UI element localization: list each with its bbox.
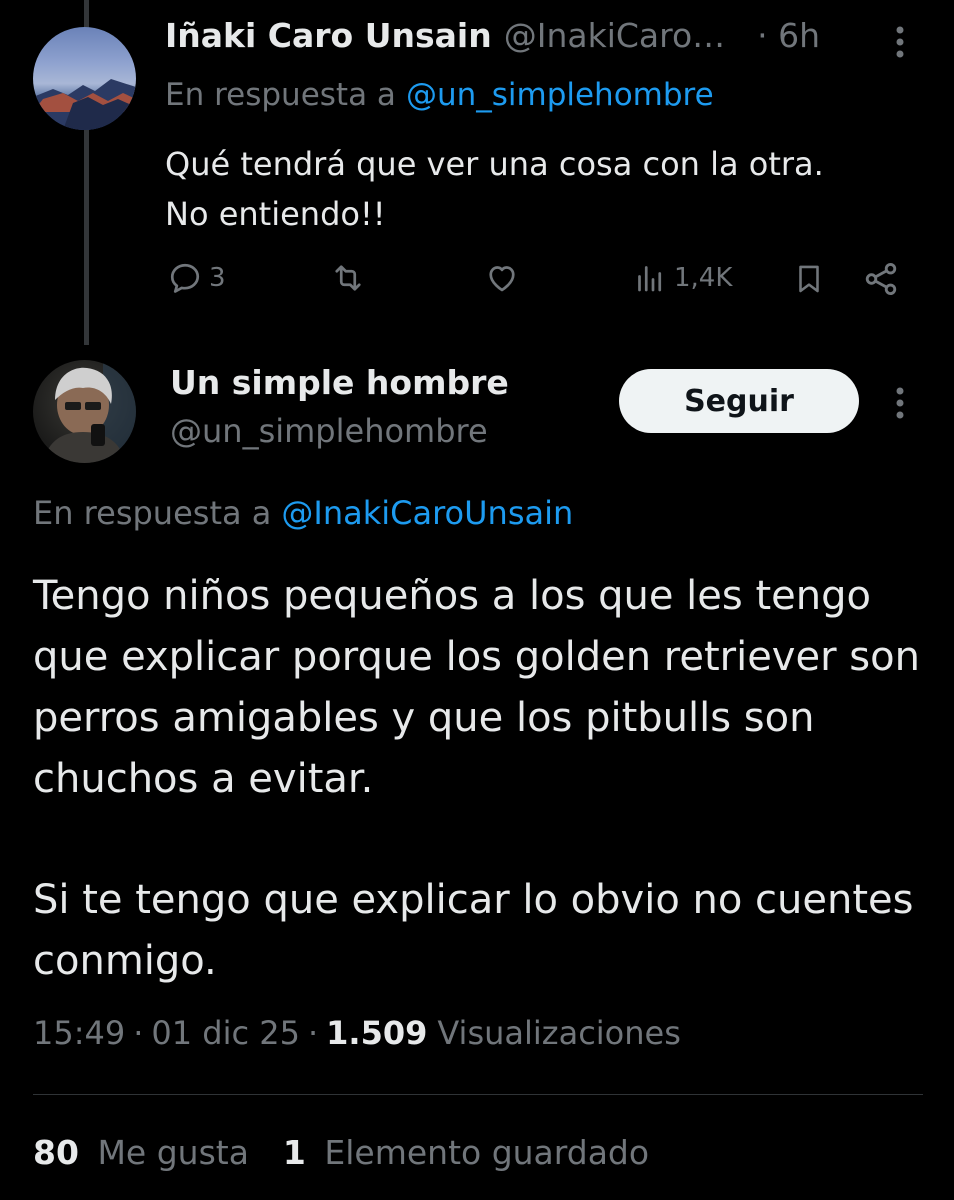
tweet1-author-handle[interactable]: @InakiCaro… — [504, 16, 725, 55]
retweet-icon — [335, 265, 361, 291]
tweet2-reply-context: En respuesta a @InakiCaroUnsain — [33, 494, 573, 532]
reply-icon — [170, 263, 200, 293]
share-button[interactable] — [862, 260, 900, 298]
avatar-image — [43, 360, 136, 463]
tweet1-header: Iñaki Caro Unsain @InakiCaro… · 6h — [165, 16, 820, 55]
tweet2-paragraph: Si te tengo que explicar lo obvio no cue… — [33, 877, 914, 984]
tweet2-views-count: 1.509 — [326, 1014, 428, 1052]
tweet2-more-button[interactable] — [893, 383, 907, 427]
like-button[interactable] — [483, 260, 521, 296]
tweet2-metadata: 15:49 · 01 dic 25 · 1.509 Visualizacione… — [33, 1014, 681, 1052]
divider — [33, 1094, 923, 1095]
likes-label: Me gusta — [97, 1133, 249, 1172]
more-icon — [896, 387, 904, 419]
tweet2-views-label[interactable]: Visualizaciones — [437, 1014, 681, 1052]
tweet1-timestamp[interactable]: · 6h — [757, 16, 820, 55]
views-button[interactable]: 1,4K — [632, 260, 732, 296]
avatar[interactable] — [33, 360, 136, 463]
reply-count: 3 — [209, 263, 226, 293]
follow-button[interactable]: Seguir — [619, 369, 859, 433]
tweet2-date[interactable]: 01 dic 25 — [151, 1014, 300, 1052]
tweet1-reply-context: En respuesta a @un_simplehombre — [165, 77, 714, 113]
reply-mention-link[interactable]: @un_simplehombre — [406, 77, 714, 113]
tweet2-paragraph: Tengo niños pequeños a los que les tengo… — [33, 573, 920, 802]
avatar[interactable] — [33, 27, 136, 130]
more-icon — [896, 26, 904, 58]
tweet2-author-name[interactable]: Un simple hombre — [170, 363, 509, 402]
tweet2-stats: 80 Me gusta 1 Elemento guardado — [33, 1133, 649, 1172]
views-icon — [638, 266, 662, 292]
tweet1-author-name[interactable]: Iñaki Caro Unsain — [165, 16, 492, 55]
likes-count: 80 — [33, 1133, 79, 1172]
reply-prefix: En respuesta a — [165, 77, 396, 113]
reply-prefix: En respuesta a — [33, 494, 272, 532]
views-count: 1,4K — [674, 263, 733, 293]
bookmark-button[interactable] — [792, 260, 826, 298]
tweet1-text: Qué tendrá que ver una cosa con la otra.… — [165, 145, 824, 233]
retweet-button[interactable] — [329, 260, 367, 296]
tweet2-time[interactable]: 15:49 — [33, 1014, 125, 1052]
likes-stat[interactable]: 80 Me gusta — [33, 1133, 249, 1172]
saved-count: 1 — [282, 1133, 306, 1172]
avatar-image — [33, 79, 136, 130]
like-icon — [489, 266, 515, 292]
tweet1-more-button[interactable] — [893, 22, 907, 66]
tweet2-text: Tengo niños pequeños a los que les tengo… — [33, 566, 933, 992]
reply-button[interactable]: 3 — [167, 260, 226, 296]
reply-mention-link[interactable]: @InakiCaroUnsain — [281, 494, 573, 532]
bookmark-icon — [799, 265, 819, 293]
tweet2-author-handle[interactable]: @un_simplehombre — [170, 412, 488, 450]
share-icon — [865, 263, 897, 295]
saved-stat[interactable]: 1 Elemento guardado — [283, 1133, 649, 1172]
saved-label: Elemento guardado — [324, 1133, 650, 1172]
